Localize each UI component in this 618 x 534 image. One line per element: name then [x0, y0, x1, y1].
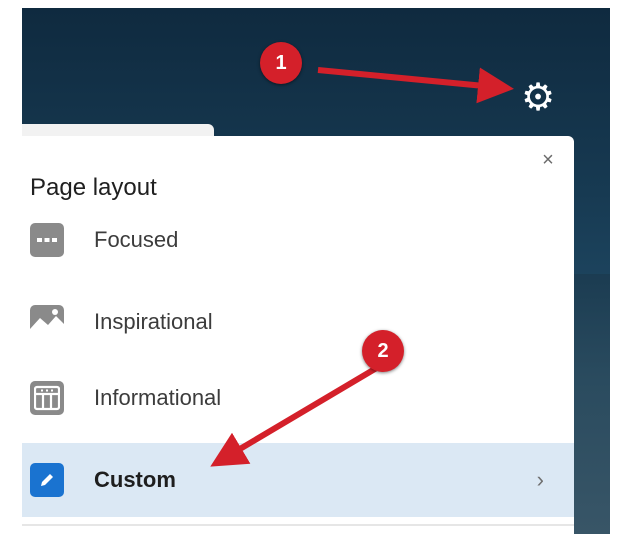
layout-option-custom[interactable]: Custom › — [22, 443, 574, 517]
pencil-icon — [30, 463, 64, 497]
layout-option-informational[interactable]: Informational — [22, 368, 574, 428]
chevron-right-icon: › — [536, 467, 544, 492]
layout-option-label: Custom — [94, 467, 176, 492]
layout-option-label: Focused — [94, 227, 179, 252]
divider — [22, 524, 574, 526]
close-button[interactable]: × — [536, 148, 560, 172]
focused-layout-icon — [30, 223, 64, 257]
layout-option-inspirational[interactable]: Inspirational — [22, 292, 574, 352]
inspirational-layout-icon — [30, 305, 64, 339]
page-layout-panel: × Page layout Focused Inspirational Info… — [22, 136, 574, 534]
step-badge-2: 2 — [362, 330, 404, 372]
layout-option-label: Inspirational — [94, 309, 213, 334]
new-tab-background: ⚙ × Page layout Focused Inspirational In… — [22, 8, 610, 534]
step-badge-1: 1 — [260, 42, 302, 84]
layout-option-label: Informational — [94, 385, 222, 410]
layout-option-focused[interactable]: Focused — [22, 210, 574, 270]
panel-title: Page layout — [30, 174, 157, 201]
settings-gear-icon[interactable]: ⚙ — [518, 78, 558, 118]
informational-layout-icon — [30, 381, 64, 415]
